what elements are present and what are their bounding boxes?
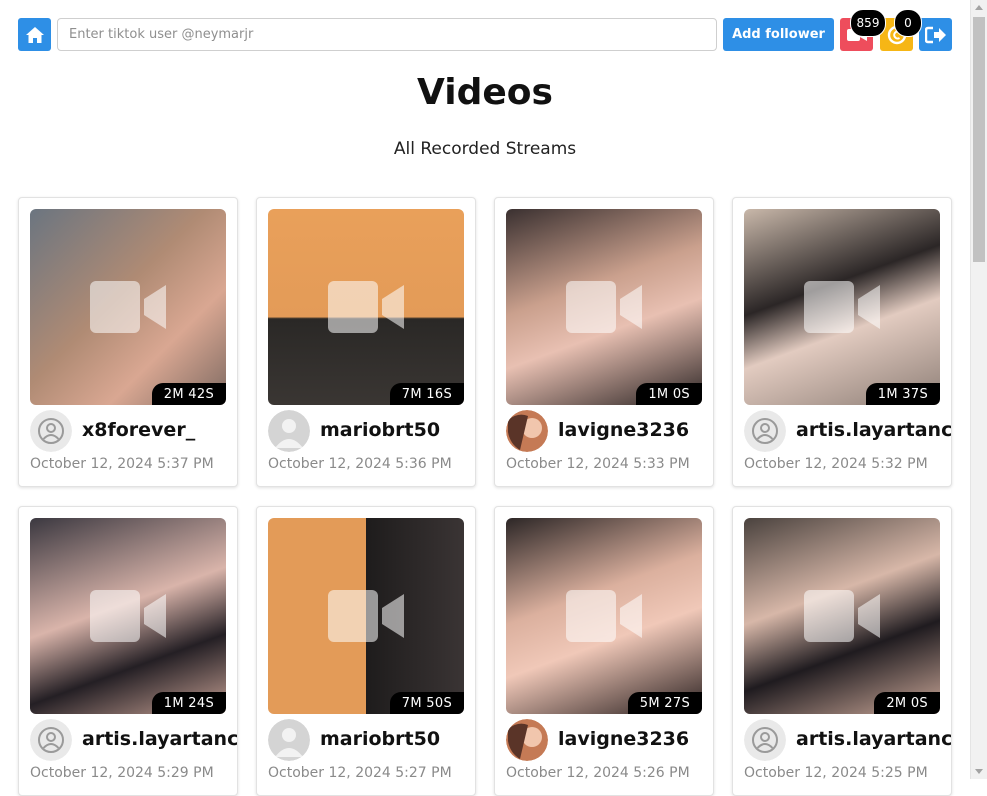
recorded-date: October 12, 2024 5:36 PM [268,456,452,472]
duration-badge: 2M 42S [151,383,226,405]
avatar[interactable] [30,719,72,761]
duration-badge: 5M 27S [627,692,702,714]
video-thumbnail[interactable]: 2M 42S [30,209,226,405]
video-card[interactable]: 1M 0S lavigne3236 October 12, 2024 5:33 … [494,197,714,487]
scrollbar-thumb[interactable] [973,17,985,262]
avatar[interactable] [268,719,310,761]
scroll-down-arrow[interactable] [975,769,983,774]
recordings-count-badge: 859 [850,9,886,37]
scroll-up-arrow[interactable] [975,5,983,10]
page-title: Videos [417,72,553,113]
logout-button[interactable] [919,18,952,51]
logout-icon [924,26,946,43]
video-card[interactable]: 1M 24S artis.layartancap October 12, 202… [18,506,238,796]
coins-count-badge: 0 [894,9,922,37]
video-card[interactable]: 7M 16S mariobrt50 October 12, 2024 5:36 … [256,197,476,487]
video-camera-icon [328,281,404,333]
username[interactable]: mariobrt50 [320,419,440,441]
video-camera-icon [90,590,166,642]
video-camera-icon [566,281,642,333]
video-thumbnail[interactable]: 5M 27S [506,518,702,714]
video-card[interactable]: 7M 50S mariobrt50 October 12, 2024 5:27 … [256,506,476,796]
video-camera-icon [328,590,404,642]
video-card[interactable]: 5M 27S lavigne3236 October 12, 2024 5:26… [494,506,714,796]
avatar[interactable] [30,410,72,452]
avatar[interactable] [744,719,786,761]
scrollbar[interactable] [970,0,987,779]
video-thumbnail[interactable]: 1M 37S [744,209,940,405]
recorded-date: October 12, 2024 5:37 PM [30,456,214,472]
duration-badge: 7M 16S [389,383,464,405]
video-card[interactable]: 2M 42S x8forever_ October 12, 2024 5:37 … [18,197,238,487]
username[interactable]: lavigne3236 [558,728,689,750]
duration-badge: 7M 50S [389,692,464,714]
avatar[interactable] [268,410,310,452]
video-thumbnail[interactable]: 2M 0S [744,518,940,714]
avatar[interactable] [744,410,786,452]
username[interactable]: artis.layartancap [82,728,237,750]
video-thumbnail[interactable]: 7M 16S [268,209,464,405]
home-button[interactable] [18,18,51,51]
tiktok-user-input[interactable] [57,18,717,51]
page-subtitle: All Recorded Streams [393,139,577,159]
duration-badge: 2M 0S [874,692,940,714]
username[interactable]: mariobrt50 [320,728,440,750]
video-thumbnail[interactable]: 7M 50S [268,518,464,714]
avatar[interactable] [506,719,548,761]
video-camera-icon [804,281,880,333]
username[interactable]: x8forever_ [82,419,195,441]
username[interactable]: lavigne3236 [558,419,689,441]
duration-badge: 1M 24S [151,692,226,714]
add-follower-button[interactable]: Add follower [723,18,834,51]
video-camera-icon [804,590,880,642]
video-camera-icon [90,281,166,333]
home-icon [25,26,44,43]
duration-badge: 1M 0S [636,383,702,405]
video-card[interactable]: 2M 0S artis.layartancap October 12, 2024… [732,506,952,796]
top-bar: Add follower 859 0 [18,9,952,51]
recorded-date: October 12, 2024 5:32 PM [744,456,928,472]
username[interactable]: artis.layartancap [796,419,951,441]
avatar[interactable] [506,410,548,452]
video-camera-icon [566,590,642,642]
recorded-date: October 12, 2024 5:33 PM [506,456,690,472]
duration-badge: 1M 37S [865,383,940,405]
video-thumbnail[interactable]: 1M 0S [506,209,702,405]
video-thumbnail[interactable]: 1M 24S [30,518,226,714]
username[interactable]: artis.layartancap [796,728,951,750]
video-card[interactable]: 1M 37S artis.layartancap October 12, 202… [732,197,952,487]
